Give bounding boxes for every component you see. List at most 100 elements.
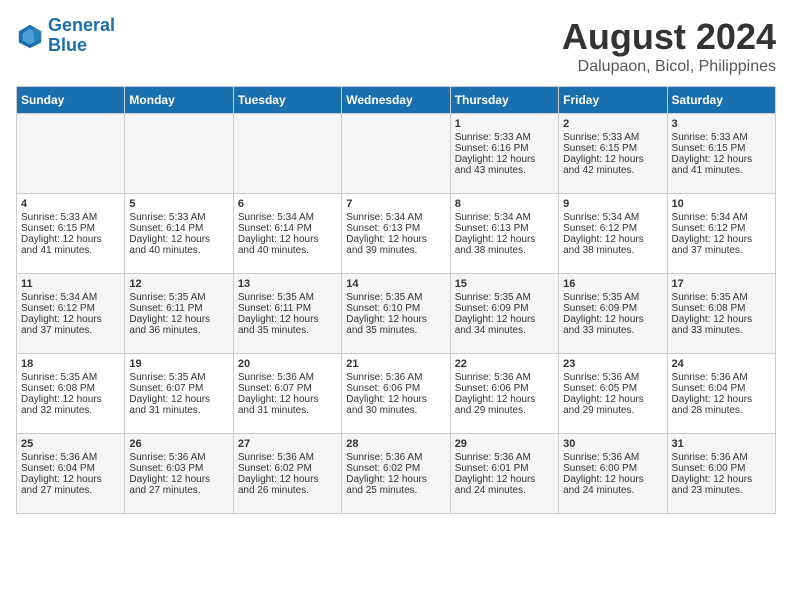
sunrise-text: Sunrise: 5:35 AM (455, 292, 554, 303)
sunrise-text: Sunrise: 5:35 AM (238, 292, 337, 303)
daylight-text: Daylight: 12 hours and 27 minutes. (129, 474, 228, 496)
sunset-text: Sunset: 6:00 PM (672, 463, 771, 474)
calendar-week-3: 11Sunrise: 5:34 AMSunset: 6:12 PMDayligh… (17, 274, 776, 354)
daylight-text: Daylight: 12 hours and 33 minutes. (563, 314, 662, 336)
calendar-cell: 2Sunrise: 5:33 AMSunset: 6:15 PMDaylight… (559, 114, 667, 194)
sunset-text: Sunset: 6:14 PM (129, 223, 228, 234)
sunset-text: Sunset: 6:00 PM (563, 463, 662, 474)
day-number: 17 (672, 278, 771, 290)
calendar-cell: 30Sunrise: 5:36 AMSunset: 6:00 PMDayligh… (559, 434, 667, 514)
calendar-cell: 17 Sunrise: 5:35 AMSunset: 6:08 PMDayligh… (667, 274, 775, 354)
sunrise-text: Sunrise: 5:36 AM (346, 452, 445, 463)
calendar-cell: 4Sunrise: 5:33 AMSunset: 6:15 PMDaylight… (17, 194, 125, 274)
sunset-text: Sunset: 6:01 PM (455, 463, 554, 474)
sunrise-text: Sunrise: 5:33 AM (672, 132, 771, 143)
calendar-cell: 6Sunrise: 5:34 AMSunset: 6:14 PMDaylight… (233, 194, 341, 274)
calendar-cell: 7Sunrise: 5:34 AMSunset: 6:13 PMDaylight… (342, 194, 450, 274)
day-number: 12 (129, 278, 228, 290)
calendar-cell: 1Sunrise: 5:33 AMSunset: 6:16 PMDaylight… (450, 114, 558, 194)
day-number: 6 (238, 198, 337, 210)
daylight-text: Daylight: 12 hours and 33 minutes. (672, 314, 771, 336)
calendar-table: SundayMondayTuesdayWednesdayThursdayFrid… (16, 86, 776, 514)
weekday-header-row: SundayMondayTuesdayWednesdayThursdayFrid… (17, 87, 776, 114)
sunrise-text: Sunrise: 5:36 AM (21, 452, 120, 463)
daylight-text: Daylight: 12 hours and 31 minutes. (238, 394, 337, 416)
calendar-week-1: 1Sunrise: 5:33 AMSunset: 6:16 PMDaylight… (17, 114, 776, 194)
sunrise-text: Sunrise: 5:35 AM (563, 292, 662, 303)
day-number: 7 (346, 198, 445, 210)
calendar-cell: 20Sunrise: 5:36 AMSunset: 6:07 PMDayligh… (233, 354, 341, 434)
sunrise-text: Sunrise: 5:34 AM (455, 212, 554, 223)
daylight-text: Daylight: 12 hours and 38 minutes. (455, 234, 554, 256)
sunset-text: Sunset: 6:13 PM (346, 223, 445, 234)
calendar-cell: 8Sunrise: 5:34 AMSunset: 6:13 PMDaylight… (450, 194, 558, 274)
sunset-text: Sunset: 6:14 PM (238, 223, 337, 234)
day-number: 8 (455, 198, 554, 210)
day-number: 21 (346, 358, 445, 370)
weekday-header-sunday: Sunday (17, 87, 125, 114)
daylight-text: Daylight: 12 hours and 37 minutes. (21, 314, 120, 336)
sunset-text: Sunset: 6:07 PM (129, 383, 228, 394)
sunrise-text: Sunrise: 5:33 AM (129, 212, 228, 223)
logo-line2: Blue (48, 35, 87, 55)
day-number: 14 (346, 278, 445, 290)
calendar-cell: 14Sunrise: 5:35 AMSunset: 6:10 PMDayligh… (342, 274, 450, 354)
calendar-cell: 11Sunrise: 5:34 AMSunset: 6:12 PMDayligh… (17, 274, 125, 354)
calendar-cell: 31Sunrise: 5:36 AMSunset: 6:00 PMDayligh… (667, 434, 775, 514)
calendar-cell (17, 114, 125, 194)
day-number: 22 (455, 358, 554, 370)
logo: General Blue (16, 16, 115, 56)
daylight-text: Daylight: 12 hours and 24 minutes. (563, 474, 662, 496)
daylight-text: Daylight: 12 hours and 29 minutes. (455, 394, 554, 416)
calendar-cell: 15Sunrise: 5:35 AMSunset: 6:09 PMDayligh… (450, 274, 558, 354)
sunset-text: Sunset: 6:05 PM (563, 383, 662, 394)
sunrise-text: Sunrise: 5:36 AM (672, 452, 771, 463)
sunset-text: Sunset: 6:07 PM (238, 383, 337, 394)
sunrise-text: Sunrise: 5:34 AM (238, 212, 337, 223)
calendar-cell: 5Sunrise: 5:33 AMSunset: 6:14 PMDaylight… (125, 194, 233, 274)
calendar-cell: 12Sunrise: 5:35 AMSunset: 6:11 PMDayligh… (125, 274, 233, 354)
daylight-text: Daylight: 12 hours and 26 minutes. (238, 474, 337, 496)
day-number: 24 (672, 358, 771, 370)
calendar-cell (342, 114, 450, 194)
sunset-text: Sunset: 6:11 PM (129, 303, 228, 314)
calendar-week-2: 4Sunrise: 5:33 AMSunset: 6:15 PMDaylight… (17, 194, 776, 274)
sunset-text: Sunset: 6:04 PM (21, 463, 120, 474)
daylight-text: Daylight: 12 hours and 32 minutes. (21, 394, 120, 416)
day-number: 1 (455, 118, 554, 130)
daylight-text: Daylight: 12 hours and 40 minutes. (129, 234, 228, 256)
sunrise-text: Sunrise: 5:36 AM (238, 452, 337, 463)
calendar-cell: 16Sunrise: 5:35 AMSunset: 6:09 PMDayligh… (559, 274, 667, 354)
sunset-text: Sunset: 6:15 PM (21, 223, 120, 234)
sunrise-text: Sunrise: 5:35 AM (129, 372, 228, 383)
logo-icon (16, 22, 44, 50)
sunset-text: Sunset: 6:12 PM (21, 303, 120, 314)
day-number: 9 (563, 198, 662, 210)
logo-line1: General (48, 15, 115, 35)
daylight-text: Daylight: 12 hours and 41 minutes. (21, 234, 120, 256)
day-number: 19 (129, 358, 228, 370)
sunrise-text: Sunrise: 5:34 AM (672, 212, 771, 223)
calendar-cell: 29Sunrise: 5:36 AMSunset: 6:01 PMDayligh… (450, 434, 558, 514)
day-number: 13 (238, 278, 337, 290)
weekday-header-monday: Monday (125, 87, 233, 114)
weekday-header-tuesday: Tuesday (233, 87, 341, 114)
daylight-text: Daylight: 12 hours and 25 minutes. (346, 474, 445, 496)
day-number: 29 (455, 438, 554, 450)
sunset-text: Sunset: 6:12 PM (563, 223, 662, 234)
sunset-text: Sunset: 6:06 PM (346, 383, 445, 394)
daylight-text: Daylight: 12 hours and 36 minutes. (129, 314, 228, 336)
sunset-text: Sunset: 6:02 PM (346, 463, 445, 474)
sunrise-text: Sunrise: 5:34 AM (21, 292, 120, 303)
calendar-cell: 28Sunrise: 5:36 AMSunset: 6:02 PMDayligh… (342, 434, 450, 514)
sunset-text: Sunset: 6:08 PM (672, 303, 771, 314)
daylight-text: Daylight: 12 hours and 35 minutes. (238, 314, 337, 336)
weekday-header-saturday: Saturday (667, 87, 775, 114)
daylight-text: Daylight: 12 hours and 39 minutes. (346, 234, 445, 256)
calendar-cell: 25Sunrise: 5:36 AMSunset: 6:04 PMDayligh… (17, 434, 125, 514)
day-number: 18 (21, 358, 120, 370)
sunrise-text: Sunrise: 5:33 AM (563, 132, 662, 143)
sunrise-text: Sunrise: 5:35 AM (672, 292, 771, 303)
sunset-text: Sunset: 6:08 PM (21, 383, 120, 394)
day-number: 4 (21, 198, 120, 210)
